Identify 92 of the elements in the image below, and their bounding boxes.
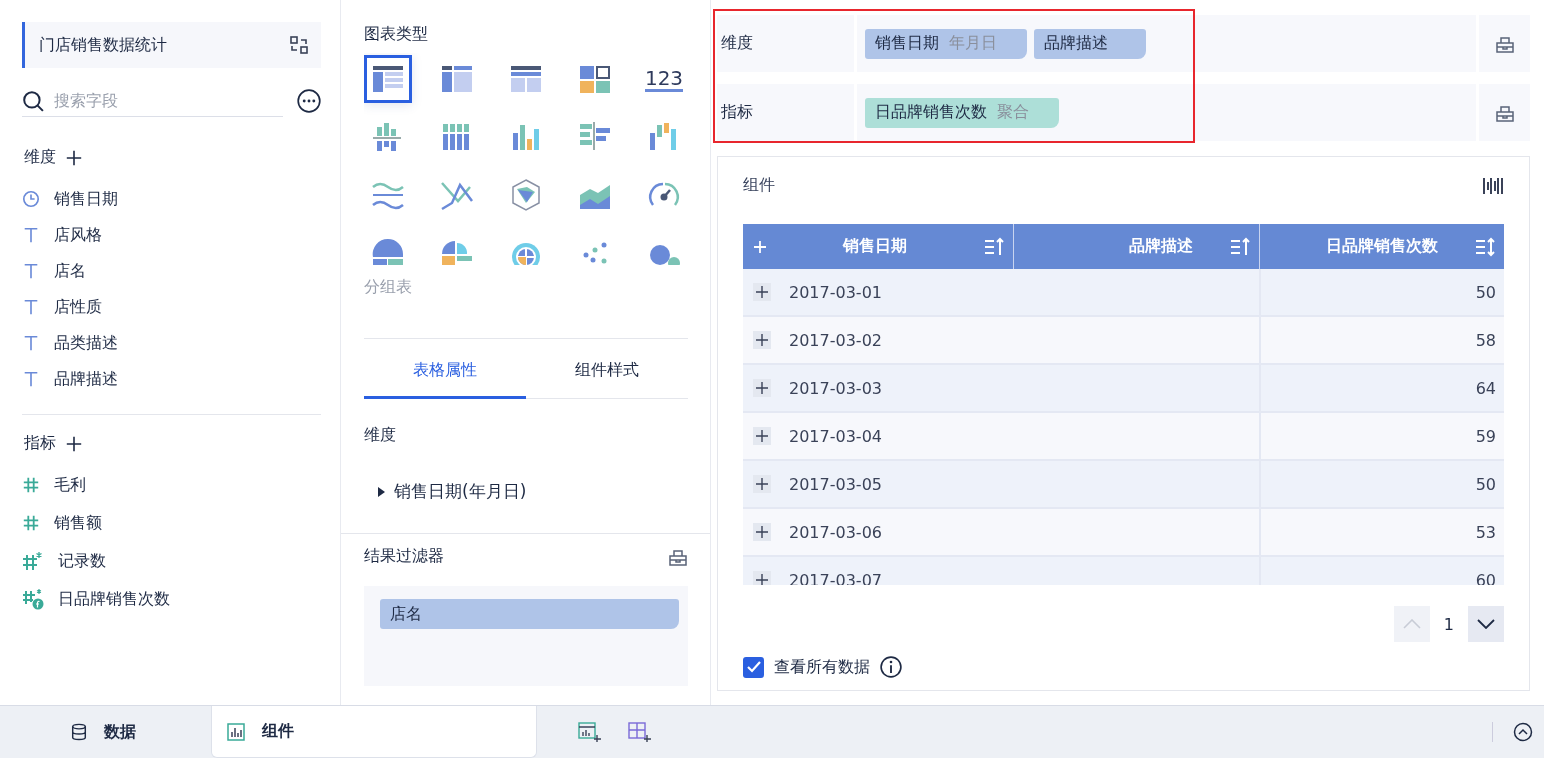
hash-icon xyxy=(22,476,40,494)
table-cell: 2017-03-02 xyxy=(789,330,882,350)
field-item[interactable]: 记录数 xyxy=(22,550,321,572)
shelf-drop-area[interactable]: 日品牌销售次数 聚合 xyxy=(857,84,1476,141)
expand-row-icon[interactable] xyxy=(753,331,771,349)
hash-icon xyxy=(22,514,40,532)
expand-row-icon[interactable] xyxy=(753,427,771,445)
field-chip[interactable]: 品牌描述 xyxy=(1034,28,1146,59)
search-icon xyxy=(22,89,44,112)
table-cell: 2017-03-01 xyxy=(789,282,882,302)
table-cell: 2017-03-03 xyxy=(789,378,882,398)
info-icon xyxy=(880,656,902,678)
expand-row-icon[interactable] xyxy=(753,379,771,397)
expand-row-icon[interactable] xyxy=(753,475,771,493)
text-type-icon xyxy=(22,226,40,244)
table-cell: 50 xyxy=(1475,282,1496,302)
property-item[interactable]: 销售日期(年月日) xyxy=(376,480,688,503)
expand-row-icon[interactable] xyxy=(753,523,771,541)
field-item[interactable]: 销售额 xyxy=(22,512,321,534)
filter-chip[interactable]: 店名 xyxy=(380,599,679,629)
bottom-tab[interactable]: 组件 xyxy=(211,706,537,758)
field-item[interactable]: 日品牌销售次数 xyxy=(22,588,321,610)
add-layout-icon[interactable] xyxy=(627,721,651,743)
field-chip[interactable]: 日品牌销售次数 聚合 xyxy=(865,97,1059,128)
table-cell: 2017-03-06 xyxy=(789,522,882,542)
add-chart-icon[interactable] xyxy=(577,721,601,743)
chart-type-option[interactable] xyxy=(364,55,412,103)
property-tab[interactable]: 组件样式 xyxy=(526,339,688,399)
toolbox-icon[interactable] xyxy=(668,547,688,566)
field-item[interactable]: 店风格 xyxy=(22,224,321,246)
expand-row-icon[interactable] xyxy=(753,571,771,585)
text-type-icon xyxy=(22,298,40,316)
table-cell: 50 xyxy=(1475,474,1496,494)
table-cell: 60 xyxy=(1475,570,1496,585)
expand-all-icon[interactable] xyxy=(753,239,767,254)
table-cell: 2017-03-04 xyxy=(789,426,882,446)
property-tab[interactable]: 表格属性 xyxy=(364,339,526,399)
shelf-label: 维度 xyxy=(717,15,857,72)
dataset-title: 门店销售数据统计 xyxy=(39,34,167,56)
text-type-icon xyxy=(22,370,40,388)
barcode-chart-icon[interactable] xyxy=(1482,175,1504,196)
chevron-down-icon xyxy=(1477,619,1495,629)
dataset-title-card[interactable]: 门店销售数据统计 xyxy=(22,22,321,68)
hash-star-icon xyxy=(22,551,44,571)
shelf-label: 指标 xyxy=(717,84,857,141)
chart-type-option[interactable]: 123 xyxy=(640,55,688,103)
chevron-up-icon xyxy=(1402,619,1421,629)
expand-row-icon[interactable] xyxy=(753,283,771,301)
field-item[interactable]: 店名 xyxy=(22,260,321,282)
caret-right-icon xyxy=(376,485,386,498)
field-chip[interactable]: 销售日期 年月日 xyxy=(865,28,1027,59)
chart-type-caption: 分组表 xyxy=(364,277,413,298)
table-cell: 59 xyxy=(1475,426,1496,446)
component-title: 组件 xyxy=(743,175,775,196)
bar-chart-icon xyxy=(226,721,246,742)
panel-title: 图表类型 xyxy=(364,24,429,45)
clock-icon xyxy=(22,190,40,208)
checkbox-label: 查看所有数据 xyxy=(774,656,870,678)
hash-formula-icon xyxy=(22,588,44,610)
next-page-button[interactable] xyxy=(1468,606,1504,642)
page-number: 1 xyxy=(1443,614,1454,634)
text-type-icon xyxy=(22,262,40,280)
section-label: 指标 xyxy=(24,433,56,454)
table-cell: 58 xyxy=(1475,330,1496,350)
section-label: 维度 xyxy=(364,425,397,446)
sort-icon[interactable] xyxy=(1474,236,1496,257)
toolbox-icon[interactable] xyxy=(1494,103,1515,122)
panel-title: 结果过滤器 xyxy=(364,546,444,567)
add-icon[interactable] xyxy=(66,149,82,166)
bottom-tab[interactable]: 数据 xyxy=(0,706,211,758)
add-icon[interactable] xyxy=(66,435,82,452)
field-item[interactable]: 品类描述 xyxy=(22,332,321,354)
field-item[interactable]: 品牌描述 xyxy=(22,368,321,390)
section-label: 维度 xyxy=(24,147,56,168)
field-item[interactable]: 销售日期 xyxy=(22,188,321,210)
field-item[interactable]: 毛利 xyxy=(22,474,321,496)
table-cell: 2017-03-05 xyxy=(789,474,882,494)
table-cell: 2017-03-07 xyxy=(789,570,882,585)
sort-icon[interactable] xyxy=(1229,236,1251,257)
checkbox[interactable] xyxy=(743,656,764,678)
collapse-up-icon[interactable] xyxy=(1513,722,1533,742)
more-icon[interactable] xyxy=(297,89,321,113)
table-cell: 64 xyxy=(1475,378,1496,398)
shelf-drop-area[interactable]: 销售日期 年月日 品牌描述 xyxy=(857,15,1476,72)
toolbox-icon[interactable] xyxy=(1494,34,1515,53)
switch-icon[interactable] xyxy=(289,35,309,55)
filter-drop-area[interactable]: 店名 xyxy=(364,586,688,686)
text-type-icon xyxy=(22,334,40,352)
field-item[interactable]: 店性质 xyxy=(22,296,321,318)
sort-icon[interactable] xyxy=(983,236,1005,257)
database-icon xyxy=(70,722,88,742)
table-cell: 53 xyxy=(1475,522,1496,542)
